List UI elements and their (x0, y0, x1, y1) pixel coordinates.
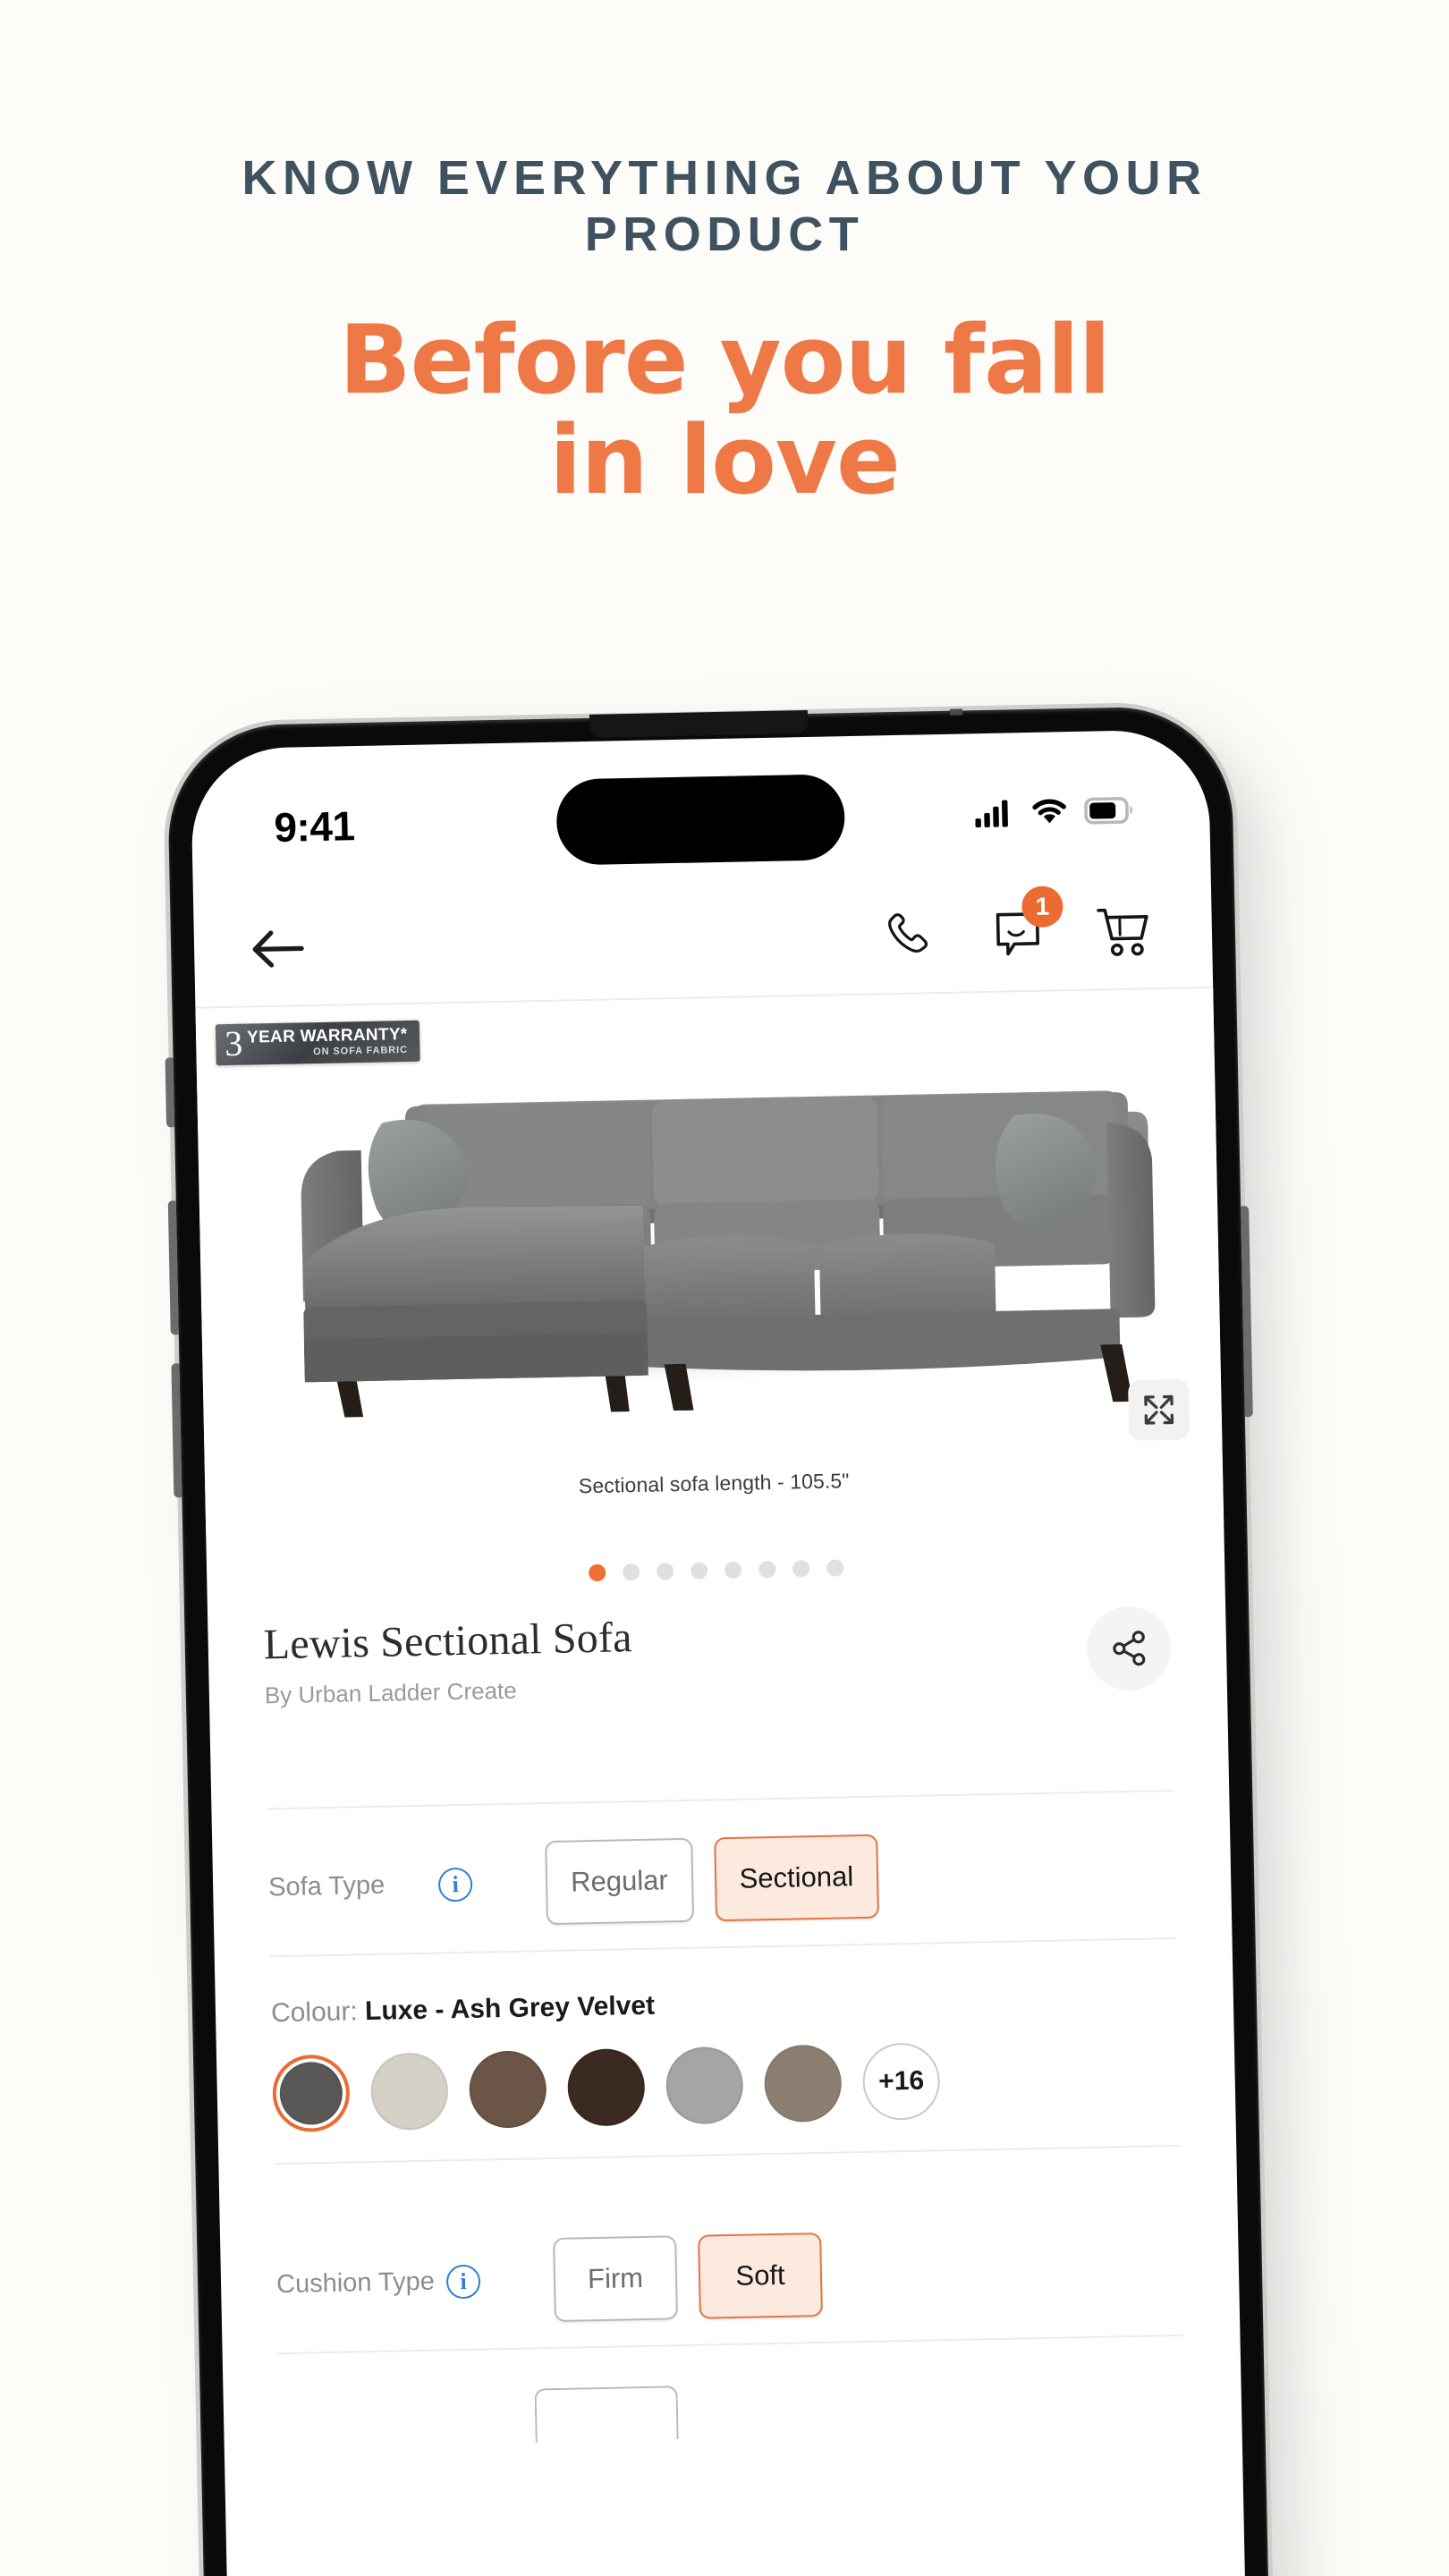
volume-down-button[interactable] (171, 1363, 182, 1498)
shopping-cart-icon (1097, 908, 1148, 956)
more-colours-button[interactable]: +16 (861, 2042, 941, 2122)
marketing-headline-line1: Before you fall (338, 305, 1111, 416)
gallery-dot[interactable] (724, 1561, 741, 1580)
sofa-type-label-group: Sofa Type i (268, 1866, 547, 1905)
gallery-dot[interactable] (588, 1563, 606, 1582)
gallery-dot[interactable] (690, 1562, 708, 1580)
colour-swatch-light-grey[interactable] (665, 2046, 744, 2125)
antenna-band (949, 708, 963, 716)
nav-action-group: 1 (884, 886, 1153, 964)
share-icon (1113, 1631, 1146, 1666)
sofa-type-option-regular[interactable]: Regular (545, 1837, 694, 1926)
product-title: Lewis Sectional Sofa (263, 1614, 633, 1669)
colour-swatch-textured-brown[interactable] (468, 2050, 547, 2129)
colour-swatch-cream-beige[interactable] (369, 2052, 449, 2131)
chat-unread-badge: 1 (1021, 886, 1063, 928)
product-brand: By Urban Ladder Create (264, 1676, 517, 1709)
next-option-row-partial (224, 2375, 1242, 2449)
gallery-dot[interactable] (758, 1560, 775, 1579)
gallery-dot[interactable] (656, 1563, 674, 1580)
product-image (196, 1024, 1221, 1437)
battery-icon (1084, 796, 1133, 825)
mute-switch-button[interactable] (165, 1057, 175, 1128)
colour-swatch-dark-espresso[interactable] (566, 2047, 646, 2127)
product-gallery[interactable]: 3 YEAR WARRANTY* ON SOFA FABRIC Sectiona… (195, 987, 1224, 1546)
colour-swatch-list: +16 (271, 2038, 1181, 2133)
colour-value: Luxe - Ash Grey Velvet (364, 1990, 656, 2027)
divider-after-colour (274, 2144, 1182, 2165)
status-time: 9:41 (273, 802, 355, 851)
cushion-type-choices: Firm Soft (553, 2232, 823, 2322)
warranty-badge: 3 YEAR WARRANTY* ON SOFA FABRIC (215, 1020, 421, 1066)
gallery-dot[interactable] (792, 1560, 809, 1578)
iphone-device-mockup: 9:41 1 3 YEAR WARRANTY* ON SOFA FABRIC S… (165, 705, 1308, 2576)
colour-swatch-ash-grey-velvet[interactable] (271, 2054, 351, 2133)
earpiece-speaker (589, 709, 809, 738)
dynamic-island (555, 774, 846, 866)
info-icon[interactable]: i (445, 2264, 481, 2300)
gallery-dot[interactable] (622, 1563, 640, 1581)
gallery-dots[interactable] (207, 1552, 1224, 1589)
info-icon[interactable]: i (437, 1867, 473, 1902)
sofa-type-option-sectional[interactable]: Sectional (713, 1834, 880, 1922)
expand-fullscreen-icon (1144, 1394, 1174, 1425)
device-frame: 9:41 1 3 YEAR WARRANTY* ON SOFA FABRIC S… (165, 705, 1272, 2576)
colour-section: Colour: Luxe - Ash Grey Velvet +16 (215, 1953, 1235, 2134)
call-button[interactable] (884, 908, 940, 964)
option-row-cushion-type: Cushion Type i Firm Soft (220, 2199, 1241, 2354)
cushion-type-option-soft[interactable]: Soft (698, 2232, 823, 2319)
share-button[interactable] (1086, 1606, 1172, 1691)
warranty-years: 3 (224, 1022, 243, 1064)
marketing-headline-line2: in love (549, 405, 901, 516)
cushion-type-label: Cushion Type (275, 2267, 436, 2300)
marketing-eyebrow: KNOW EVERYTHING ABOUT YOUR PRODUCT (242, 151, 1208, 261)
colour-label: Colour: (270, 1996, 359, 2029)
sofa-type-label: Sofa Type (267, 1870, 386, 1902)
volume-up-button[interactable] (167, 1200, 179, 1335)
phone-screen: 9:41 1 3 YEAR WARRANTY* ON SOFA FABRIC S… (190, 728, 1248, 2576)
partial-option-chip[interactable] (534, 2385, 679, 2443)
colour-heading: Colour: Luxe - Ash Grey Velvet (271, 1980, 1178, 2029)
back-button[interactable] (250, 926, 306, 971)
expand-image-button[interactable] (1128, 1378, 1191, 1441)
marketing-headline-block: KNOW EVERYTHING ABOUT YOUR PRODUCT Befor… (0, 150, 1449, 509)
cellular-signal-icon (975, 800, 1008, 828)
cushion-type-label-group: Cushion Type i (276, 2263, 555, 2302)
gallery-caption: Sectional sofa length - 105.5" (578, 1469, 850, 1498)
poster-canvas: KNOW EVERYTHING ABOUT YOUR PRODUCT Befor… (0, 0, 1449, 2576)
colour-swatch-taupe-weave[interactable] (763, 2044, 843, 2123)
cushion-type-option-firm[interactable]: Firm (553, 2235, 678, 2322)
sofa-type-choices: Regular Sectional (545, 1834, 880, 1926)
product-title-group: Lewis Sectional Sofa By Urban Ladder Cre… (263, 1613, 633, 1709)
phone-icon (888, 913, 928, 953)
warranty-main-text: YEAR WARRANTY* (246, 1025, 408, 1047)
back-arrow-icon (252, 930, 304, 968)
option-row-sofa-type: Sofa Type i Regular Sectional (212, 1802, 1233, 1957)
cart-button[interactable] (1095, 903, 1153, 960)
app-nav-bar: 1 (193, 872, 1213, 1009)
status-icon-group (975, 796, 1133, 828)
wifi-icon (1032, 799, 1066, 824)
chat-button[interactable]: 1 (989, 886, 1063, 962)
product-info-block: Lewis Sectional Sofa By Urban Ladder Cre… (208, 1601, 1227, 1711)
warranty-text-group: YEAR WARRANTY* ON SOFA FABRIC (246, 1025, 408, 1059)
gallery-dot[interactable] (826, 1559, 843, 1577)
warranty-sub-text: ON SOFA FABRIC (313, 1045, 408, 1058)
